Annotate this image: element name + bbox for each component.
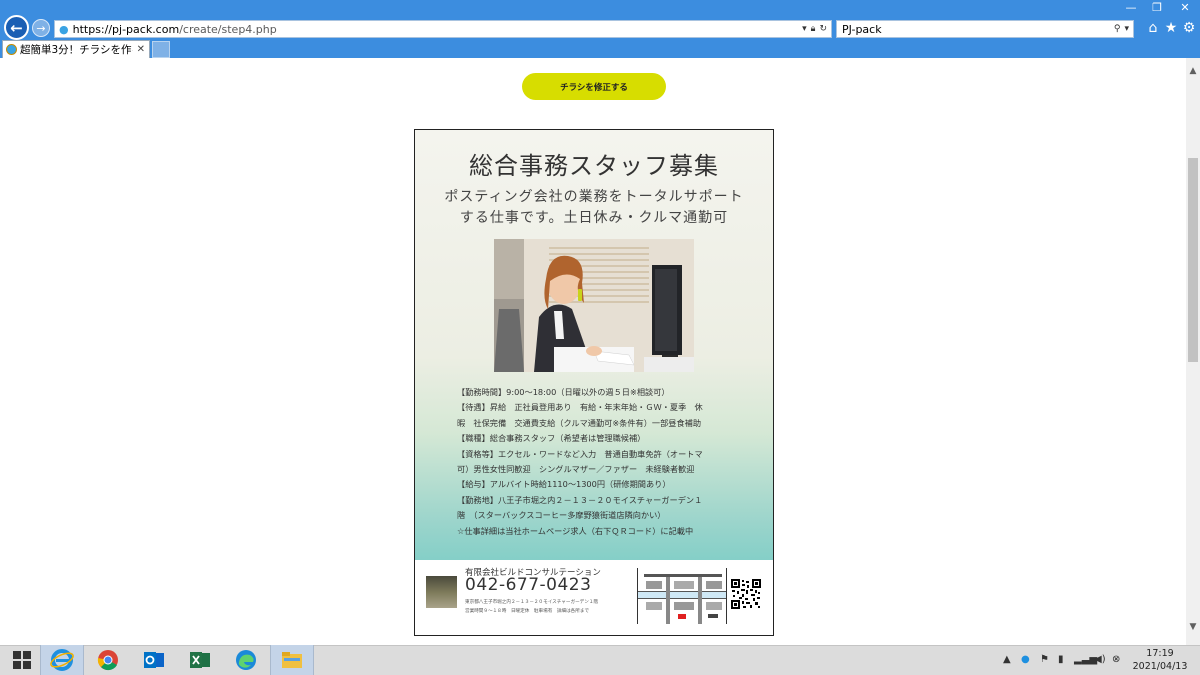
scroll-down-arrow-icon[interactable]: ▼ — [1186, 622, 1200, 636]
qr-code — [731, 579, 761, 609]
company-address: 東京都八王子市堀之内２－１３－２０モイスチャーガーデン１階 — [465, 600, 599, 605]
new-tab-button[interactable] — [152, 41, 170, 58]
forward-button[interactable]: → — [32, 19, 50, 37]
clock-time[interactable]: 17:19 — [1122, 648, 1198, 659]
tab-active[interactable]: 超簡単3分！チラシを作る | ... ✕ — [2, 40, 150, 58]
taskbar-internet-explorer[interactable] — [40, 645, 84, 675]
folder-icon — [282, 652, 302, 668]
onedrive-icon[interactable]: ● — [1021, 654, 1030, 665]
excel-icon — [190, 652, 210, 668]
detail-line: 【職種】総合事務スタッフ（希望者は管理職候補） — [457, 433, 646, 444]
restore-button[interactable]: ❐ — [1144, 0, 1170, 14]
taskbar-excel[interactable] — [178, 645, 222, 675]
flyer-subtitle-line1: ポスティング会社の業務をトータルサポート — [444, 189, 744, 205]
url-path: /create/step4.php — [179, 22, 277, 36]
taskbar-chrome[interactable] — [86, 645, 130, 675]
business-hours: 営業時間９～１８時 日曜定休 駐車場有 詳細は各所まで — [465, 609, 590, 614]
detail-line: 【待遇】昇給 正社員登用あり 有給・年末年始・ＧＷ・夏季 休 — [457, 402, 703, 413]
internet-explorer-icon — [50, 649, 74, 671]
detail-line: 階 （スターバックスコーヒー多摩野猿街道店隣向かい） — [457, 510, 666, 521]
taskbar-file-explorer[interactable] — [270, 645, 314, 675]
flyer-title: 総合事務スタッフ募集 — [469, 152, 719, 180]
flyer-preview: 総合事務スタッフ募集 ポスティング会社の業務をトータルサポート する仕事です。土… — [414, 129, 774, 636]
back-arrow-icon: ← — [10, 18, 23, 37]
fix-flyer-button[interactable]: チラシを修正する — [522, 73, 666, 100]
refresh-icon[interactable]: ↻ — [819, 24, 827, 34]
ie-tab-icon — [6, 44, 17, 55]
volume-icon[interactable]: ◀) — [1094, 654, 1106, 665]
taskbar-edge[interactable] — [224, 645, 268, 675]
phone-number: 042-677-0423 — [465, 575, 592, 595]
flag-icon[interactable]: ⚑ — [1040, 654, 1049, 665]
home-icon[interactable]: ⌂ — [1144, 20, 1162, 36]
notification-icon[interactable]: ⊗ — [1112, 654, 1120, 665]
scroll-up-arrow-icon[interactable]: ▲ — [1186, 66, 1200, 80]
start-button[interactable] — [0, 645, 44, 675]
favorites-star-icon[interactable]: ★ — [1162, 20, 1180, 36]
map-illustration — [638, 568, 726, 624]
detail-line: 【勤務地】八王子市堀之内２－１３－２０モイスチャーガーデン１ — [457, 494, 703, 505]
office-worker-photo — [494, 239, 694, 372]
close-window-button[interactable]: ✕ — [1172, 0, 1198, 14]
detail-line: ☆仕事詳細は当社ホームページ求人（右下ＱＲコード）に記載中 — [457, 525, 694, 536]
search-icon[interactable]: ⚲ — [1114, 24, 1121, 34]
dropdown-icon[interactable]: ▾ — [802, 24, 807, 34]
ie-page-icon: ● — [59, 22, 69, 36]
minimize-button[interactable]: — — [1118, 0, 1144, 14]
battery-icon[interactable]: ▮ — [1058, 654, 1064, 665]
detail-line: 【給与】アルバイト時給1110～1300円（研修期間あり） — [457, 479, 671, 490]
storefront-photo — [426, 576, 457, 608]
flyer-footer: 有限会社ビルドコンサルテーション 042-677-0423 東京都八王子市堀之内… — [415, 560, 773, 635]
edge-icon — [236, 650, 256, 670]
tab-bar — [0, 40, 1200, 58]
close-tab-icon[interactable]: ✕ — [133, 44, 149, 55]
windows-logo-icon — [13, 651, 31, 669]
qr-code-graphic — [731, 579, 761, 609]
search-dropdown-icon[interactable]: ▾ — [1124, 24, 1129, 34]
url-host: https://pj-pack.com — [72, 22, 180, 36]
detail-line: 可）男性女性同歓迎 シングルマザー／ファザー 未経験者歓迎 — [457, 464, 695, 475]
show-hidden-icons-icon[interactable]: ▲ — [1003, 654, 1011, 665]
search-box[interactable]: PJ-pack ⚲ ▾ — [836, 20, 1134, 38]
chrome-icon — [97, 650, 118, 671]
access-map — [637, 568, 727, 624]
outlook-icon — [144, 652, 164, 668]
detail-line: 【勤務時間】9:00～18:00（日曜以外の週５日※相談可） — [457, 387, 670, 397]
tab-title: 超簡単3分！チラシを作る | ... — [20, 44, 133, 56]
address-bar[interactable]: ● https://pj-pack.com/create/step4.php ▾… — [54, 20, 832, 38]
detail-line: 暇 社保完備 交通費支給（クルマ通勤可※条件有）一部昼食補助 — [457, 417, 702, 428]
taskbar-outlook[interactable] — [132, 645, 176, 675]
back-button[interactable]: ← — [4, 15, 29, 40]
settings-gear-icon[interactable]: ⚙ — [1180, 20, 1198, 36]
clock-date[interactable]: 2021/04/13 — [1122, 661, 1198, 672]
flyer-details: 【勤務時間】9:00～18:00（日曜以外の週５日※相談可） 【待遇】昇給 正社… — [457, 385, 737, 539]
search-text: PJ-pack — [842, 22, 882, 36]
page-content: チラシを修正する 総合事務スタッフ募集 ポスティング会社の業務をトータルサポート… — [0, 58, 1186, 645]
detail-line: 【資格等】エクセル・ワードなど入力 普通自動車免許（オートマ — [457, 448, 703, 459]
forward-arrow-icon: → — [36, 21, 46, 35]
office-photo-illustration — [494, 239, 694, 372]
scroll-thumb[interactable] — [1188, 158, 1198, 362]
flyer-subtitle-line2: する仕事です。土日休み・クルマ通勤可 — [459, 210, 729, 226]
lock-icon[interactable]: 🔒︎ — [811, 24, 816, 34]
url-text[interactable]: https://pj-pack.com/create/step4.php — [73, 23, 277, 36]
